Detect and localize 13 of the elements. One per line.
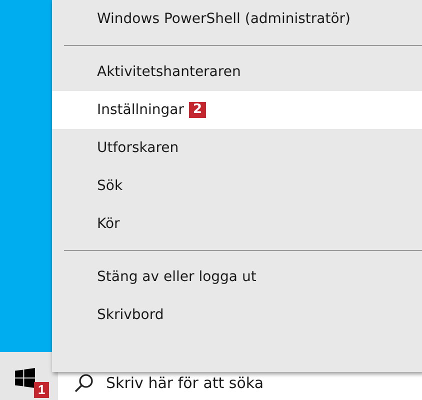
search-placeholder: Skriv här för att söka: [106, 374, 264, 392]
menu-item[interactable]: Skrivbord: [52, 296, 422, 334]
number-badge: 2: [189, 102, 206, 118]
menu-item[interactable]: Windows PowerShell (administratör): [52, 0, 422, 38]
menu-item[interactable]: Kör: [52, 205, 422, 243]
menu-item[interactable]: Inställningar 2: [52, 91, 422, 129]
search-icon: [74, 373, 94, 393]
number-badge: 1: [34, 382, 50, 398]
menu-item[interactable]: Utforskaren: [52, 129, 422, 167]
menu-item[interactable]: Aktivitetshanteraren: [52, 53, 422, 91]
menu-item[interactable]: Stäng av eller logga ut: [52, 258, 422, 296]
menu-item[interactable]: Sök: [52, 167, 422, 205]
windows-logo-icon: [15, 368, 35, 388]
